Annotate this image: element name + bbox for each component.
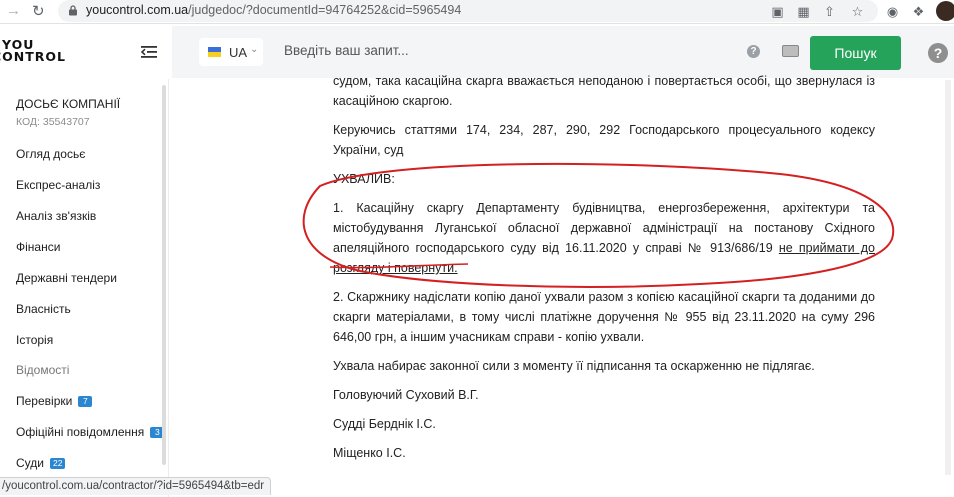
ukraine-flag-icon (208, 47, 221, 57)
globe-extension-icon[interactable]: ◉ (885, 4, 900, 19)
logo-line-2: CONTROL (0, 49, 67, 64)
sidebar-item-inspections[interactable]: Перевірки 7 (16, 394, 93, 408)
browser-toolbar: → ↻ youcontrol.com.ua/judgedoc/?document… (0, 0, 954, 24)
presiding-judge: Головуючий Суховий В.Г. (333, 388, 479, 402)
company-sidebar: ДОСЬЄ КОМПАНІЇ КОД: 35543707 Огляд досьє… (0, 79, 169, 497)
cast-icon[interactable]: ▣ (770, 4, 785, 19)
judge-name: Міщенко І.С. (333, 446, 406, 460)
sidebar-item-label: Перевірки (16, 394, 73, 408)
profile-avatar[interactable] (936, 1, 954, 21)
youcontrol-logo[interactable]: YOU CONTROL (0, 38, 67, 64)
sidebar-scrollbar[interactable] (162, 85, 166, 465)
sidebar-item-label: Огляд досьє (16, 147, 86, 161)
address-bar[interactable]: youcontrol.com.ua/judgedoc/?documentId=9… (58, 0, 878, 22)
doc-paragraph: Керуючись статтями 174, 234, 287, 290, 2… (333, 123, 875, 157)
search-input[interactable] (284, 43, 724, 58)
help-icon[interactable]: ? (928, 43, 948, 63)
ruling-item-2: 2. Скаржнику надіслати копію даної ухвал… (333, 290, 875, 344)
count-badge: 7 (78, 396, 93, 407)
keyboard-icon[interactable] (782, 45, 799, 57)
language-code: UA (229, 45, 248, 60)
sidebar-item-label: Відомості (16, 363, 70, 377)
sidebar-item-label: Історія (16, 333, 54, 347)
sidebar-item-links-analysis[interactable]: Аналіз зв'язків (16, 209, 96, 223)
search-help-icon[interactable]: ? (747, 45, 760, 58)
ruling-heading: УХВАЛИВ: (333, 172, 395, 186)
doc-paragraph: судом, така касаційна скарга вважається … (333, 74, 875, 108)
sidebar-item-overview[interactable]: Огляд досьє (16, 147, 85, 161)
company-code: КОД: 35543707 (16, 116, 90, 128)
collapse-menu-icon[interactable] (141, 45, 157, 59)
lock-icon (69, 5, 77, 16)
sidebar-item-express-analysis[interactable]: Експрес-аналіз (16, 178, 100, 192)
puzzle-extensions-icon[interactable]: ❖ (911, 4, 926, 19)
search-button[interactable]: Пошук (810, 36, 901, 70)
share-icon[interactable]: ⇧ (822, 4, 837, 19)
bookmark-star-icon[interactable]: ☆ (850, 4, 865, 19)
sidebar-item-records[interactable]: Відомості (16, 363, 69, 377)
sidebar-item-label: Експрес-аналіз (16, 178, 101, 192)
sidebar-item-official-notices[interactable]: Офіційні повідомлення 3 (16, 425, 165, 439)
address-url: youcontrol.com.ua/judgedoc/?documentId=9… (86, 3, 461, 17)
count-badge: 22 (49, 458, 66, 469)
court-ruling-text: судом, така касаційна скарга вважається … (333, 71, 875, 463)
chevron-down-icon: ⌄ (250, 44, 259, 55)
sidebar-item-history[interactable]: Історія (16, 333, 53, 347)
page-scrollbar[interactable] (945, 80, 951, 475)
sidebar-item-finance[interactable]: Фінанси (16, 240, 60, 254)
judges-line: Судді Берднік І.С. (333, 417, 436, 431)
sidebar-item-label: Державні тендери (16, 271, 117, 285)
sidebar-item-tenders[interactable]: Державні тендери (16, 271, 117, 285)
qr-code-icon[interactable]: ▦ (796, 4, 811, 19)
court-document-panel: судом, така касаційна скарга вважається … (170, 74, 954, 497)
reload-icon[interactable]: ↻ (32, 2, 45, 20)
sidebar-item-label: Фінанси (16, 240, 61, 254)
url-path: /judgedoc/?documentId=94764252&cid=59654… (188, 3, 462, 17)
link-status-bar: /youcontrol.com.ua/contractor/?id=596549… (0, 477, 272, 495)
language-selector[interactable]: UA ⌄ (199, 38, 263, 66)
sidebar-item-label: Аналіз зв'язків (16, 209, 97, 223)
doc-paragraph: Ухвала набирає законної сили з моменту ї… (333, 359, 815, 373)
ruling-item-1: 1. Касаційну скаргу Департаменту будівни… (333, 198, 875, 278)
sidebar-item-courts[interactable]: Суди 22 (16, 456, 66, 470)
sidebar-item-label: Офіційні повідомлення (16, 425, 145, 439)
back-arrow-icon[interactable]: → (6, 2, 21, 19)
sidebar-item-label: Суди (16, 456, 44, 470)
sidebar-item-label: Власність (16, 302, 71, 316)
url-host: youcontrol.com.ua (86, 3, 189, 17)
company-dossier-title: ДОСЬЄ КОМПАНІЇ (16, 97, 121, 111)
sidebar-item-ownership[interactable]: Власність (16, 302, 71, 316)
